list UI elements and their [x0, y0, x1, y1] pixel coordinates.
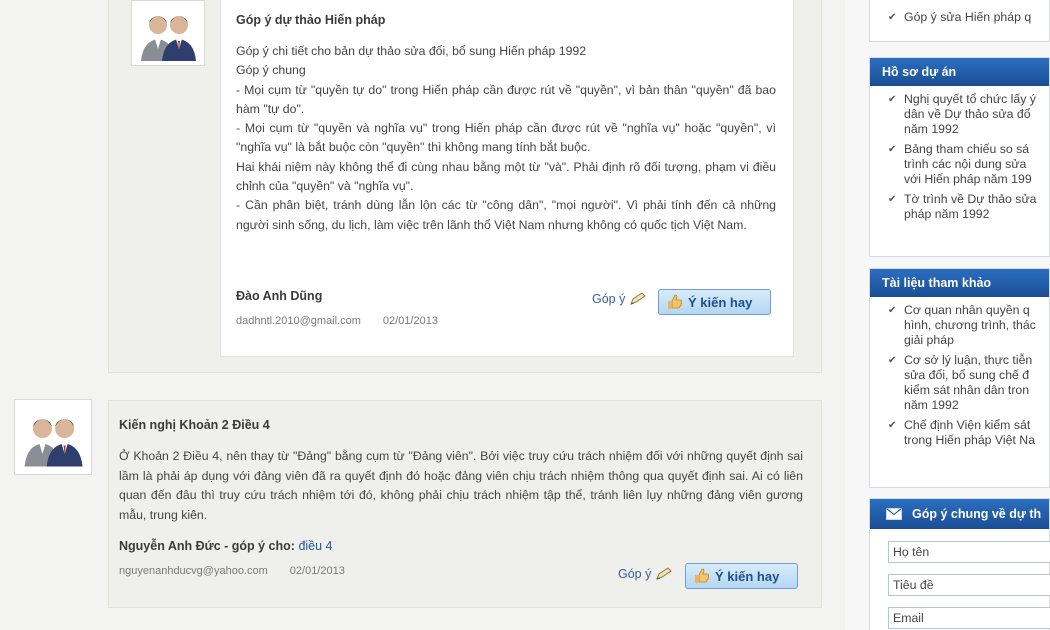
comment-email: dadhntl.2010@gmail.com	[236, 315, 361, 327]
item-line: hình, chương trình, thác	[904, 318, 1036, 332]
like-button[interactable]: Ý kiến hay	[658, 289, 771, 315]
avatar-icon	[14, 399, 92, 475]
sidebar-box-top: Góp ý sửa Hiến pháp q	[869, 0, 1050, 42]
sidebar-box-title: Tài liệu tham khảo	[870, 269, 1049, 297]
sidebar-box-title: Góp ý chung về dự th	[870, 499, 1049, 529]
item-line: trình các nội dung sửa	[904, 157, 1027, 171]
sidebar-item[interactable]: Tờ trình về Dự thảo sửapháp năm 1992	[870, 192, 1049, 222]
sidebar-item[interactable]: Chế định Viện kiểm sáttrong Hiến pháp Vi…	[870, 418, 1049, 448]
item-line: pháp năm 1992	[904, 207, 990, 221]
item-line: Bảng tham chiếu so sá	[904, 142, 1030, 156]
item-line: với Hiến pháp năm 199	[904, 172, 1032, 186]
item-line: Nghị quyết tổ chức lấy ý	[904, 92, 1036, 106]
comment-title: Góp ý dự thảo Hiến pháp	[236, 13, 386, 27]
comment-meta: dadhntl.2010@gmail.com 02/01/2013	[236, 315, 460, 327]
comment-line: Góp ý chung	[236, 63, 306, 78]
item-line: trong Hiến pháp Việt Na	[904, 433, 1036, 447]
thumbs-up-icon	[668, 294, 682, 309]
item-line: kiểm sát nhân dân tron	[904, 383, 1030, 397]
sidebar-item[interactable]: Nghị quyết tổ chức lấy ýdân về Dự thảo s…	[870, 92, 1049, 137]
comment-line: - Mọi cụm từ "quyền tự do" trong Hiến ph…	[236, 82, 776, 116]
comment-line: - Cần phân biệt, tránh dùng lẫn lộn các …	[236, 198, 776, 232]
item-line: giải pháp	[904, 333, 954, 347]
thumbs-up-icon	[695, 568, 709, 583]
comment-title: Kiến nghị Khoản 2 Điều 4	[119, 418, 270, 432]
comment-body: Ở Khoản 2 Điều 4, nên thay từ "Đảng" bằn…	[119, 449, 803, 522]
sidebar-box-gop-y-chung: Góp ý chung về dự th Họ tên Tiêu đề Emai…	[869, 498, 1050, 630]
comment-line: Hai khái niệm này không thể đi cùng nhau…	[236, 159, 776, 194]
like-label: Ý kiến hay	[688, 294, 753, 310]
gop-y-link[interactable]: Góp ý	[592, 292, 647, 306]
author-name: Nguyễn Anh Đức - góp ý cho:	[119, 539, 295, 553]
name-field[interactable]: Họ tên	[888, 541, 1050, 563]
comment-line: - Mọi cụm từ "quyền và nghĩa vụ" trong H…	[236, 121, 776, 155]
item-line: năm 1992	[904, 122, 959, 136]
article-link[interactable]: điều 4	[298, 539, 332, 553]
comment-meta: nguyenanhducvg@yahoo.com 02/01/2013	[119, 565, 367, 577]
sidebar-item[interactable]: Góp ý sửa Hiến pháp q	[870, 10, 1049, 25]
comment-date: 02/01/2013	[289, 565, 345, 577]
subject-field[interactable]: Tiêu đề	[888, 574, 1050, 596]
comment-email: nguyenanhducvg@yahoo.com	[119, 565, 268, 577]
item-line: Cơ sở lý luận, thực tiễn	[904, 353, 1033, 367]
gop-y-link[interactable]: Góp ý	[618, 567, 673, 581]
gop-y-label: Góp ý	[592, 292, 626, 306]
item-line: Tờ trình về Dự thảo sửa	[904, 192, 1037, 206]
like-label: Ý kiến hay	[715, 568, 780, 584]
sidebar-item[interactable]: Cơ sở lý luận, thực tiễnsửa đổi, bổ sung…	[870, 353, 1049, 413]
sidebar-box-title: Hồ sơ dự án	[870, 58, 1049, 86]
sidebar-item[interactable]: Cơ quan nhân quyền qhình, chương trình, …	[870, 303, 1049, 348]
sidebar-box-ho-so: Hồ sơ dự án Nghị quyết tổ chức lấy ýdân …	[869, 57, 1050, 257]
item-line: dân về Dự thảo sửa đổ	[904, 107, 1031, 121]
like-button[interactable]: Ý kiến hay	[685, 563, 798, 589]
comment-line: Góp ý chi tiết cho bản dự thảo sửa đổi, …	[236, 44, 587, 58]
sidebar-box-tai-lieu: Tài liệu tham khảo Cơ quan nhân quyền qh…	[869, 268, 1050, 488]
sidebar-box-title-text: Góp ý chung về dự th	[912, 507, 1042, 521]
comment-author: Đào Anh Dũng	[236, 289, 323, 303]
pencil-icon	[630, 292, 647, 305]
item-line: sửa đổi, bổ sung chế đ	[904, 368, 1030, 382]
gop-y-label: Góp ý	[618, 567, 652, 581]
mail-icon	[886, 508, 902, 520]
sidebar-item-label: Góp ý sửa Hiến pháp q	[904, 10, 1032, 24]
avatar-icon	[131, 0, 205, 66]
item-line: năm 1992	[904, 398, 959, 412]
item-line: Chế định Viện kiểm sát	[904, 418, 1031, 432]
comment-body: Góp ý chi tiết cho bản dự thảo sửa đổi, …	[236, 42, 776, 235]
pencil-icon	[656, 567, 673, 580]
item-line: Cơ quan nhân quyền q	[904, 303, 1030, 317]
sidebar-item[interactable]: Bảng tham chiếu so sátrình các nội dung …	[870, 142, 1049, 187]
comment-author: Nguyễn Anh Đức - góp ý cho: điều 4	[119, 539, 333, 553]
email-field[interactable]: Email	[888, 607, 1050, 629]
comment-date: 02/01/2013	[382, 315, 438, 327]
